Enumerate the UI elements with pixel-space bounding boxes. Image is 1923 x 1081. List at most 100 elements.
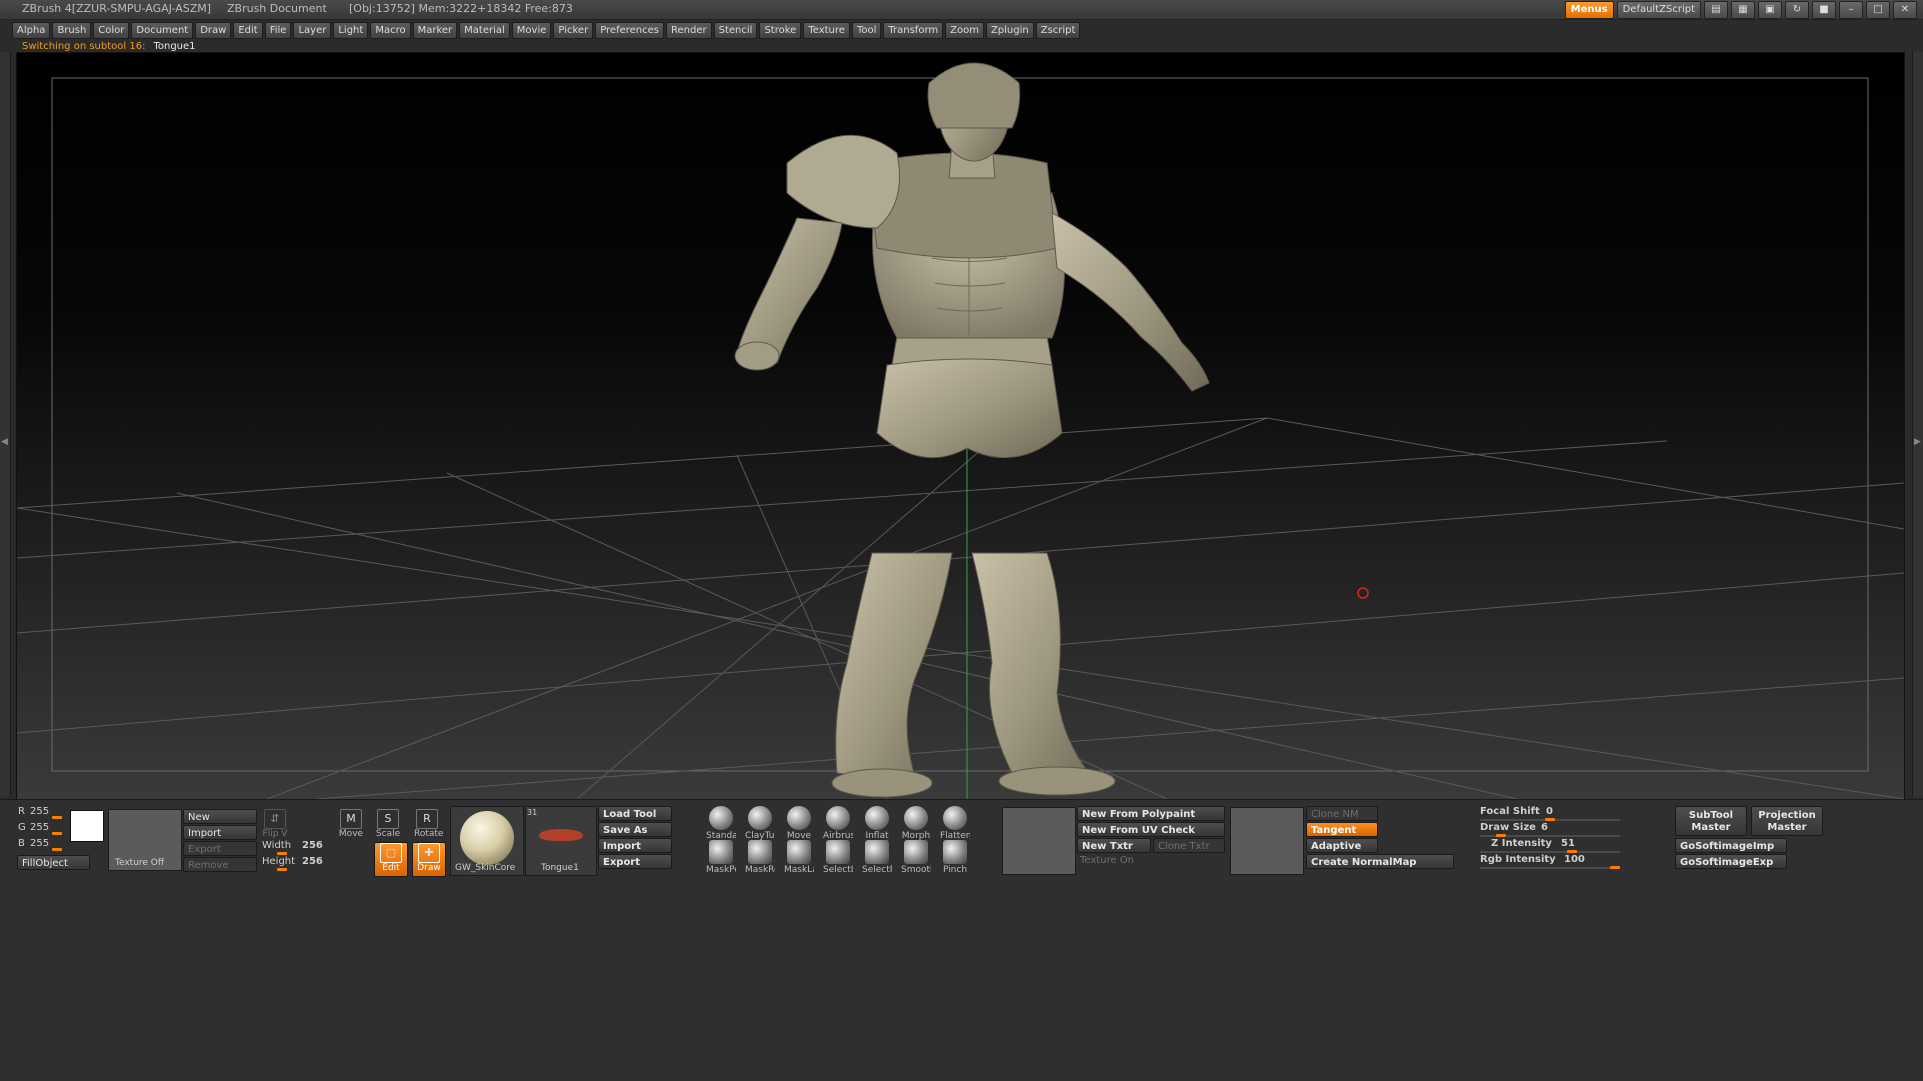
texture-new-button[interactable]: New (183, 809, 257, 824)
g-value[interactable]: 255 (30, 822, 49, 833)
projection-master-button[interactable]: Projection Master (1751, 806, 1823, 836)
scale-mode-button[interactable]: S Scale (375, 809, 401, 842)
brush-claytub[interactable]: ClayTub (745, 806, 775, 841)
new-from-polypaint-button[interactable]: New From Polypaint (1077, 806, 1225, 821)
brush-maskla[interactable]: MaskLa (784, 840, 814, 875)
width-slider[interactable] (277, 852, 287, 855)
brush-inflat[interactable]: Inflat (862, 806, 892, 841)
flip-v-button[interactable]: ⇵ Flip V (262, 809, 288, 842)
polypaint-texture-slot[interactable] (1002, 807, 1076, 875)
rotate-mode-button[interactable]: R Rotate (414, 809, 443, 842)
normalmap-slot[interactable] (1230, 807, 1304, 875)
palette-icon[interactable]: ▣ (1758, 1, 1782, 19)
tray-arrow-right-icon[interactable]: ▶ (1914, 437, 1921, 447)
menu-document[interactable]: Document (131, 22, 194, 39)
menu-tool[interactable]: Tool (851, 22, 882, 39)
adaptive-button[interactable]: Adaptive (1306, 838, 1378, 853)
menu-picker[interactable]: Picker (553, 22, 594, 39)
layout-toggle-icon[interactable]: ▤ (1704, 1, 1728, 19)
tool-export-button[interactable]: Export (598, 854, 672, 869)
create-normalmap-button[interactable]: Create NormalMap (1306, 854, 1454, 869)
width-value[interactable]: 256 (302, 840, 323, 851)
restore-layout-icon[interactable]: ↻ (1785, 1, 1809, 19)
z-intensity-slider[interactable] (1567, 850, 1577, 853)
new-from-uv-check-button[interactable]: New From UV Check (1077, 822, 1225, 837)
brush-flatten[interactable]: Flatten (940, 806, 970, 841)
menu-zoom[interactable]: Zoom (945, 22, 984, 39)
rgb-intensity-value[interactable]: 100 (1564, 854, 1585, 865)
fill-object-button[interactable]: FillObject (17, 855, 90, 870)
lock-icon[interactable]: ■ (1812, 1, 1836, 19)
menu-brush[interactable]: Brush (52, 22, 92, 39)
rgb-intensity-track[interactable] (1480, 867, 1620, 869)
tray-arrow-left-icon[interactable]: ◀ (1, 437, 8, 447)
menu-zplugin[interactable]: Zplugin (985, 22, 1034, 39)
menu-texture[interactable]: Texture (803, 22, 850, 39)
tool-import-button[interactable]: Import (598, 838, 672, 853)
maximize-icon[interactable]: □ (1866, 1, 1890, 19)
menu-transform[interactable]: Transform (883, 22, 944, 39)
menu-macro[interactable]: Macro (370, 22, 411, 39)
menu-alpha[interactable]: Alpha (12, 22, 51, 39)
draw-mode-button[interactable]: ✚ Draw (412, 842, 446, 877)
brush-smooth[interactable]: Smooth (901, 840, 931, 875)
brush-maskper[interactable]: MaskPer (706, 840, 736, 875)
texture-remove-button[interactable]: Remove (183, 857, 257, 872)
document-canvas[interactable] (16, 52, 1905, 800)
menu-stroke[interactable]: Stroke (759, 22, 802, 39)
menu-layer[interactable]: Layer (293, 22, 332, 39)
z-intensity-track[interactable] (1480, 851, 1620, 853)
g-slider[interactable] (52, 832, 62, 835)
menu-color[interactable]: Color (93, 22, 130, 39)
brush-morph[interactable]: Morph (901, 806, 931, 841)
height-slider[interactable] (277, 868, 287, 871)
brush-airbrush[interactable]: Airbrush (823, 806, 853, 841)
left-tray[interactable]: ◀ (0, 52, 11, 797)
menu-draw[interactable]: Draw (195, 22, 232, 39)
menu-zscript[interactable]: Zscript (1035, 22, 1081, 39)
brush-selectre[interactable]: SelectRe (862, 840, 892, 875)
brush-pinch[interactable]: Pinch (940, 840, 970, 875)
texture-import-button[interactable]: Import (183, 825, 257, 840)
default-zscript-button[interactable]: DefaultZScript (1616, 1, 1701, 19)
b-value[interactable]: 255 (30, 838, 49, 849)
menu-marker[interactable]: Marker (412, 22, 458, 39)
edit-mode-button[interactable]: ▢ Edit (374, 842, 408, 877)
load-tool-button[interactable]: Load Tool (598, 806, 672, 821)
rgb-intensity-slider[interactable] (1610, 866, 1620, 869)
focal-shift-value[interactable]: 0 (1546, 806, 1553, 817)
menu-edit[interactable]: Edit (233, 22, 263, 39)
clone-nm-button[interactable]: Clone NM (1306, 806, 1378, 821)
r-value[interactable]: 255 (30, 806, 49, 817)
menu-material[interactable]: Material (459, 22, 510, 39)
menu-render[interactable]: Render (666, 22, 712, 39)
tangent-toggle[interactable]: Tangent (1306, 822, 1378, 837)
close-icon[interactable]: ✕ (1893, 1, 1917, 19)
main-color-swatch[interactable] (70, 810, 104, 842)
brush-maskre[interactable]: MaskRe (745, 840, 775, 875)
b-slider[interactable] (52, 848, 62, 851)
focal-shift-slider[interactable] (1545, 818, 1555, 821)
menu-stencil[interactable]: Stencil (713, 22, 758, 39)
layout-columns-icon[interactable]: ▦ (1731, 1, 1755, 19)
texture-export-button[interactable]: Export (183, 841, 257, 856)
r-slider[interactable] (52, 816, 62, 819)
texture-on-label[interactable]: Texture On (1080, 855, 1134, 866)
right-tray[interactable]: ▶ (1912, 52, 1923, 797)
brush-standar[interactable]: Standar (706, 806, 736, 841)
menu-preferences[interactable]: Preferences (595, 22, 665, 39)
go-softimage-exp-button[interactable]: GoSoftimageExp (1675, 854, 1787, 869)
brush-move[interactable]: Move (784, 806, 814, 841)
subtool-master-button[interactable]: SubTool Master (1675, 806, 1747, 836)
go-softimage-imp-button[interactable]: GoSoftimageImp (1675, 838, 1787, 853)
menu-light[interactable]: Light (333, 22, 369, 39)
draw-size-value[interactable]: 6 (1541, 822, 1548, 833)
height-value[interactable]: 256 (302, 856, 323, 867)
brush-selectla[interactable]: SelectLa (823, 840, 853, 875)
z-intensity-value[interactable]: 51 (1561, 838, 1575, 849)
menu-file[interactable]: File (264, 22, 292, 39)
save-as-button[interactable]: Save As (598, 822, 672, 837)
minimize-icon[interactable]: – (1839, 1, 1863, 19)
menu-movie[interactable]: Movie (511, 22, 552, 39)
new-txtr-button[interactable]: New Txtr (1077, 838, 1151, 853)
